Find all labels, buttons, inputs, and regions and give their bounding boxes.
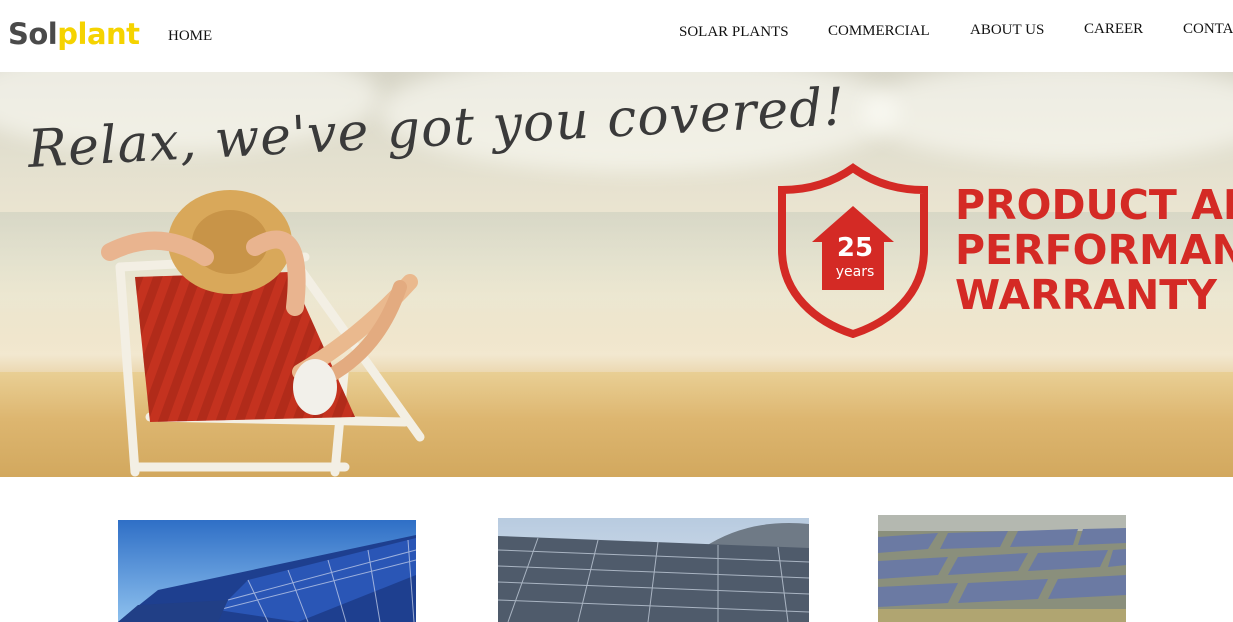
card-solar-field-image[interactable] <box>878 515 1126 622</box>
site-header: Solplant HOME SOLAR PLANTS COMMERCIAL AB… <box>0 0 1233 72</box>
site-logo[interactable]: Solplant <box>8 14 140 54</box>
logo-text-sol: Sol <box>8 17 58 51</box>
nav-about-us[interactable]: ABOUT US <box>970 22 1044 39</box>
nav-career[interactable]: CAREER <box>1084 21 1143 38</box>
logo-text-plant: plant <box>57 17 140 51</box>
nav-solar-plants[interactable]: SOLAR PLANTS <box>679 24 789 41</box>
solar-roof-image <box>498 518 809 622</box>
solar-panels-sky-image <box>118 520 416 622</box>
badge-number: 25 <box>836 233 874 263</box>
beach-chair-illustration <box>101 190 425 477</box>
badge-unit: years <box>835 264 875 280</box>
warranty-line-1: PRODUCT AN <box>955 181 1233 229</box>
card-solar-roof-image[interactable] <box>498 518 809 622</box>
hero-banner[interactable]: Relax, we've got you covered! 25 years P… <box>0 72 1233 477</box>
nav-home[interactable]: HOME <box>168 28 212 45</box>
warranty-line-3: WARRANTY <box>955 271 1217 319</box>
nav-commercial[interactable]: COMMERCIAL <box>828 23 930 40</box>
solar-field-image <box>878 515 1126 622</box>
card-solar-panels-image[interactable] <box>118 520 416 622</box>
cloud-shape <box>860 72 1233 162</box>
warranty-line-2: PERFORMANC <box>955 226 1233 274</box>
nav-contact[interactable]: CONTA <box>1183 21 1233 38</box>
